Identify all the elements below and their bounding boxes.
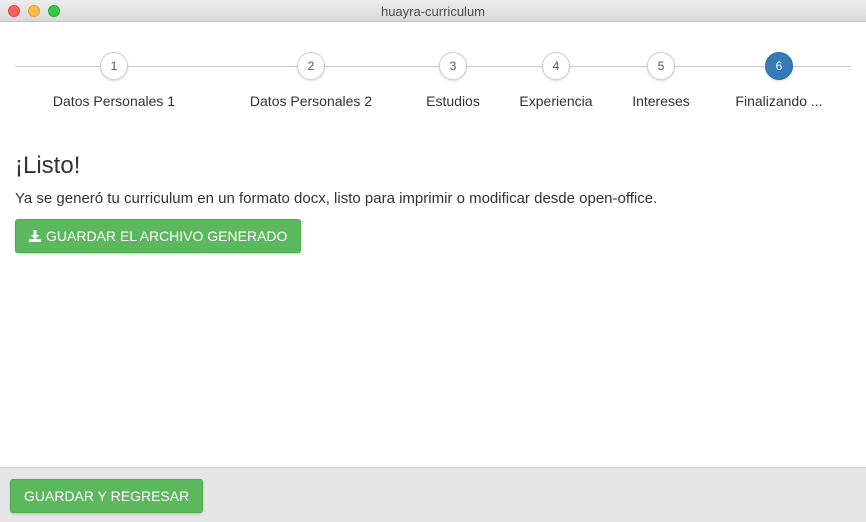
page-heading: ¡Listo! (15, 152, 81, 179)
wizard-stepper: 1 Datos Personales 1 2 Datos Personales … (0, 22, 866, 122)
step-label: Datos Personales 2 (249, 93, 373, 109)
step-number-circle[interactable]: 3 (439, 52, 467, 80)
save-and-return-button[interactable]: GUARDAR Y REGRESAR (10, 479, 204, 513)
step-number-circle[interactable]: 2 (297, 52, 325, 80)
step-number-circle[interactable]: 5 (647, 52, 675, 80)
window-title: huayra-curriculum (380, 4, 486, 19)
save-generated-file-label: GUARDAR EL ARCHIVO GENERADO (46, 228, 288, 244)
step-datos-personales-1[interactable]: 1 Datos Personales 1 (34, 52, 194, 109)
step-number-circle[interactable]: 4 (542, 52, 570, 80)
step-finalizando[interactable]: 6 Finalizando ... (699, 52, 859, 109)
save-generated-file-button[interactable]: GUARDAR EL ARCHIVO GENERADO (15, 219, 302, 253)
step-label: Finalizando ... (735, 93, 823, 109)
step-number-circle[interactable]: 1 (100, 52, 128, 80)
success-message: Ya se generó tu curriculum en un formato… (15, 190, 658, 207)
app-window: huayra-curriculum 1 Datos Personales 1 2… (0, 0, 866, 522)
step-datos-personales-2[interactable]: 2 Datos Personales 2 (231, 52, 391, 109)
step-number-circle-active[interactable]: 6 (765, 52, 793, 80)
title-bar: huayra-curriculum (0, 0, 866, 22)
step-label: Datos Personales 1 (52, 93, 176, 109)
download-icon (29, 221, 41, 253)
footer-bar: GUARDAR Y REGRESAR (0, 467, 866, 522)
